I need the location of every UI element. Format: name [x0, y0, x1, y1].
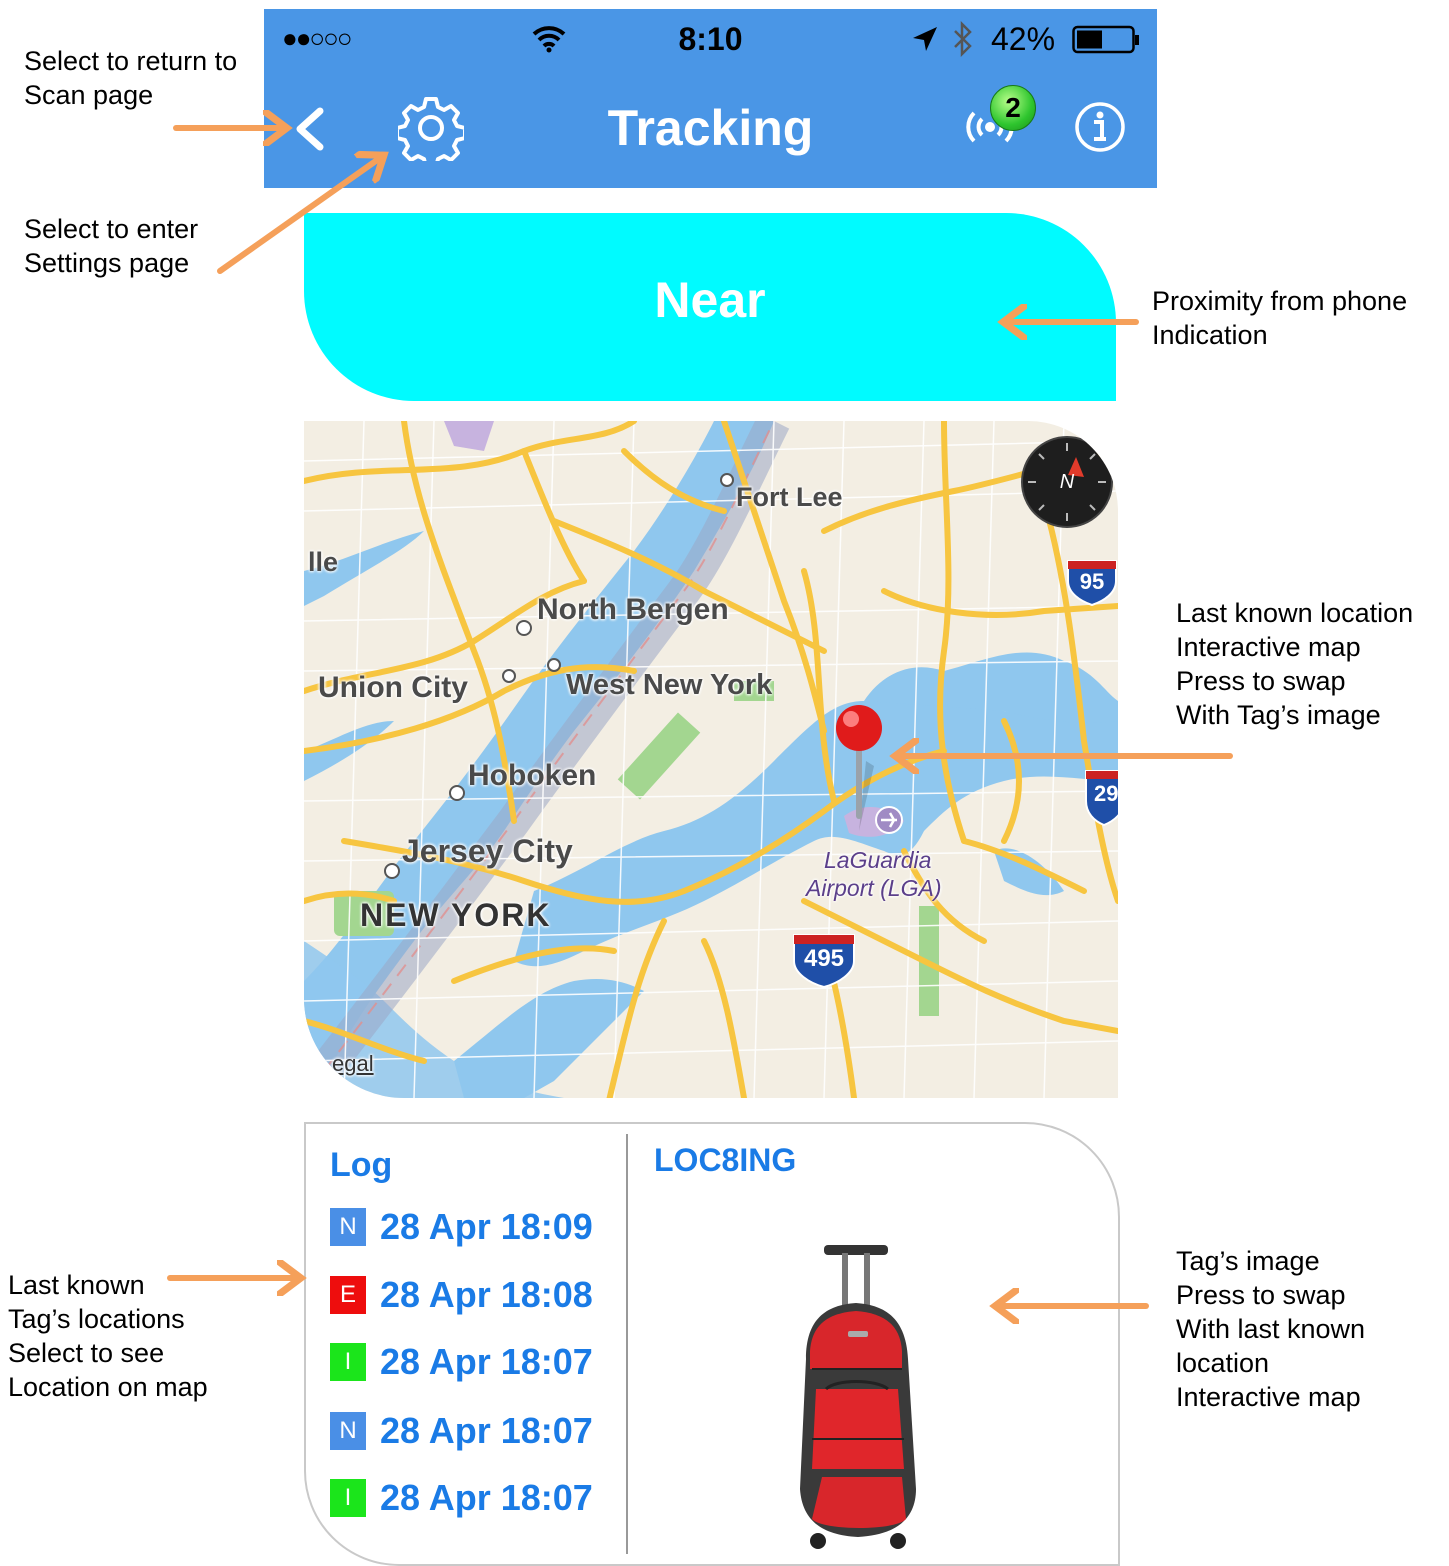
annotation-arrows — [167, 0, 1233, 1558]
arrow-settings — [217, 158, 380, 274]
